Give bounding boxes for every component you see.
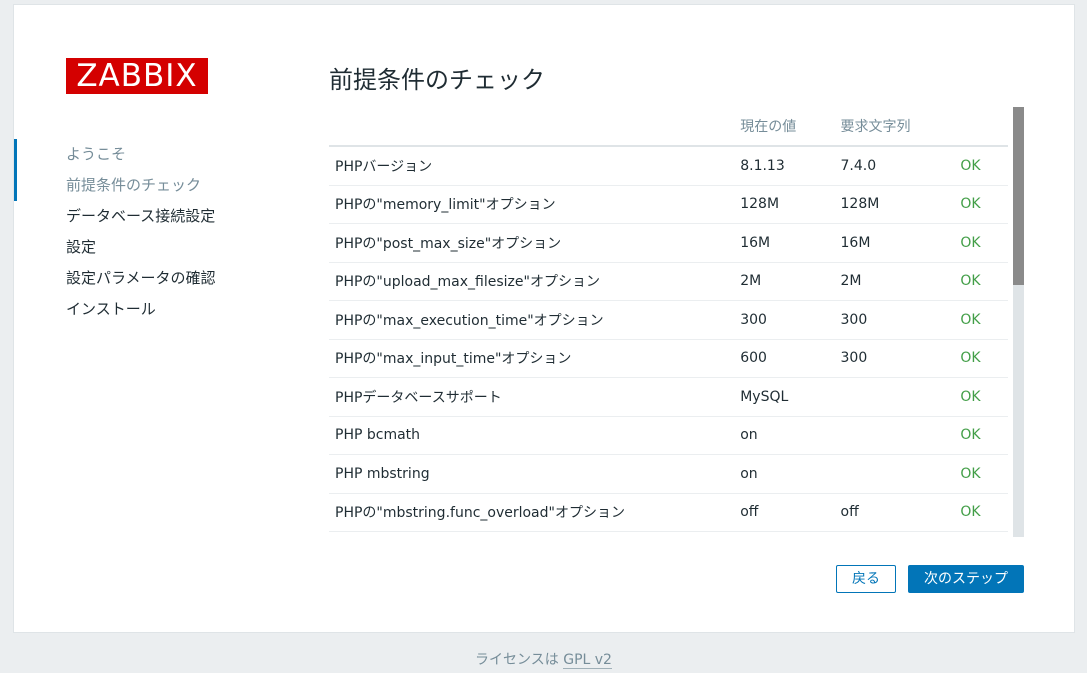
cell-status: OK <box>954 454 1008 494</box>
cell-required: 2M <box>834 262 955 301</box>
table-row: PHPの"mbstring.func_overload"オプション off off O… <box>329 493 1008 532</box>
cell-name: PHPの"post_max_size"オプション <box>329 223 735 263</box>
scrollbar-thumb[interactable] <box>1013 107 1024 285</box>
cell-status: OK <box>954 300 1008 340</box>
cell-name: PHPバージョン <box>329 146 735 186</box>
table-row: PHPの"post_max_size"オプション 16M 16M OK <box>329 223 1008 263</box>
table-row: PHPの"max_execution_time"オプション 300 300 OK <box>329 300 1008 340</box>
cell-current-value: 2M <box>734 262 835 301</box>
setup-card: ZABBIX ようこそ 前提条件のチェック データベース接続設定 設定 設定パラ… <box>13 4 1075 633</box>
cell-required <box>834 377 955 417</box>
cell-current-value: MySQL <box>734 377 835 417</box>
header-status <box>954 107 1008 147</box>
cell-required: 300 <box>834 339 955 378</box>
prerequisites-table-container[interactable]: 現在の値 要求文字列 PHPバージョン 8.1.13 7.4.0 OK PHPの"mem… <box>329 107 1008 537</box>
cell-status: OK <box>954 262 1008 301</box>
cell-current-value: on <box>734 416 835 455</box>
cell-current-value: 128M <box>734 185 835 224</box>
page-title: 前提条件のチェック <box>329 66 545 94</box>
table-row: PHPの"memory_limit"オプション 128M 128M OK <box>329 185 1008 224</box>
cell-required <box>834 454 955 494</box>
cell-name: PHPデータベースサポート <box>329 377 735 417</box>
next-step-button[interactable]: 次のステップ <box>908 565 1024 593</box>
footer-license-text: ライセンスは <box>475 652 564 668</box>
cell-current-value: off <box>734 493 835 532</box>
gpl-license-link[interactable]: GPL v2 <box>563 652 612 669</box>
cell-required <box>834 416 955 455</box>
cell-required: 16M <box>834 223 955 263</box>
cell-current-value: on <box>734 454 835 494</box>
cell-status: OK <box>954 146 1008 186</box>
prerequisites-table: 現在の値 要求文字列 PHPバージョン 8.1.13 7.4.0 OK PHPの"mem… <box>329 107 1008 532</box>
header-name <box>329 107 735 147</box>
cell-current-value: 600 <box>734 339 835 378</box>
table-row: PHPの"max_input_time"オプション 600 300 OK <box>329 339 1008 378</box>
zabbix-logo: ZABBIX <box>66 58 208 94</box>
cell-required: 7.4.0 <box>834 146 955 186</box>
cell-current-value: 8.1.13 <box>734 146 835 186</box>
cell-required: 128M <box>834 185 955 224</box>
nav-step-db-connection: データベース接続設定 <box>66 207 216 225</box>
cell-name: PHPの"mbstring.func_overload"オプション <box>329 493 735 532</box>
cell-name: PHPの"max_input_time"オプション <box>329 339 735 378</box>
nav-step-summary: 設定パラメータの確認 <box>66 269 216 287</box>
cell-name: PHP bcmath <box>329 416 735 455</box>
nav-step-settings: 設定 <box>66 238 97 256</box>
table-row: PHPデータベースサポート MySQL OK <box>329 377 1008 417</box>
cell-required: off <box>834 493 955 532</box>
cell-status: OK <box>954 493 1008 532</box>
table-row: PHPバージョン 8.1.13 7.4.0 OK <box>329 146 1008 186</box>
cell-status: OK <box>954 185 1008 224</box>
cell-required: 300 <box>834 300 955 340</box>
table-scrollbar[interactable] <box>1013 107 1024 537</box>
cell-status: OK <box>954 223 1008 263</box>
nav-step-prerequisites: 前提条件のチェック <box>14 170 216 201</box>
cell-current-value: 16M <box>734 223 835 263</box>
table-row: PHP mbstring on OK <box>329 454 1008 494</box>
cell-name: PHP mbstring <box>329 454 735 494</box>
nav-step-install: インストール <box>66 300 156 318</box>
cell-current-value: 300 <box>734 300 835 340</box>
cell-name: PHPの"memory_limit"オプション <box>329 185 735 224</box>
table-row: PHP bcmath on OK <box>329 416 1008 455</box>
cell-name: PHPの"upload_max_filesize"オプション <box>329 262 735 301</box>
table-row: PHPの"upload_max_filesize"オプション 2M 2M OK <box>329 262 1008 301</box>
header-current-value: 現在の値 <box>734 107 835 147</box>
back-button[interactable]: 戻る <box>836 565 896 593</box>
footer: ライセンスは GPL v2 <box>0 649 1087 669</box>
table-header-row: 現在の値 要求文字列 <box>329 107 1008 147</box>
cell-status: OK <box>954 377 1008 417</box>
setup-steps-nav: ようこそ 前提条件のチェック データベース接続設定 設定 設定パラメータの確認 … <box>14 139 216 325</box>
cell-name: PHPの"max_execution_time"オプション <box>329 300 735 340</box>
cell-status: OK <box>954 416 1008 455</box>
cell-status: OK <box>954 339 1008 378</box>
header-required: 要求文字列 <box>834 107 955 147</box>
nav-step-welcome: ようこそ <box>14 139 216 170</box>
